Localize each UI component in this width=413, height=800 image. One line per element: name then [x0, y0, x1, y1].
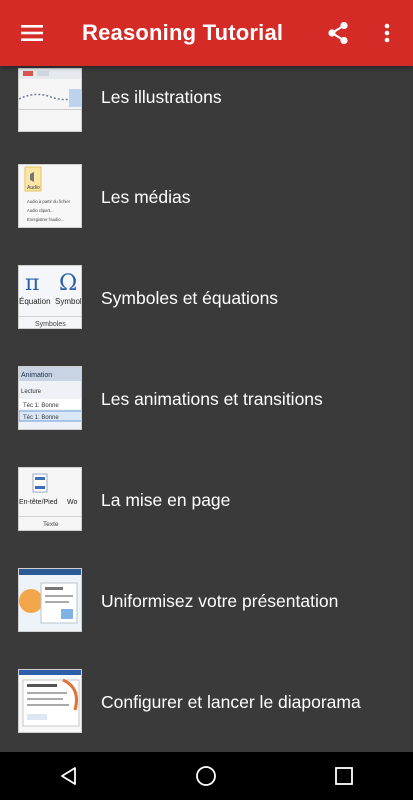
equation-label: Équation — [19, 297, 51, 306]
layout-button-label: En-tête/Pied — [19, 499, 58, 506]
layout-group-label: Texte — [43, 521, 59, 528]
media-button-text: Audio — [27, 185, 40, 191]
illustrations-thumbnail — [18, 68, 82, 132]
anim-item: Téc 1: Bonne — [23, 403, 59, 409]
symbole-label: Symbole — [55, 297, 82, 306]
list-item[interactable]: π Ω Équation Symbole Symboles Symboles e… — [0, 247, 413, 348]
list-item-label: Les médias — [101, 187, 191, 207]
slideshow-thumbnail — [18, 669, 82, 733]
lesson-list: Les illustrations Audio Audio à partir d… — [0, 66, 413, 752]
list-item[interactable]: Animation Lecture Téc 1: Bonne Téc 1: Bo… — [0, 348, 413, 449]
pi-icon: π — [25, 271, 39, 296]
uniformize-thumbnail — [18, 568, 82, 632]
list-item[interactable]: Uniformisez votre présentation — [0, 550, 413, 651]
list-item-label: La mise en page — [101, 490, 231, 510]
media-line: Audio à partir du fichier — [27, 199, 71, 204]
anim-tab-label: Animation — [21, 372, 52, 379]
omega-icon: Ω — [59, 271, 77, 296]
animations-thumbnail: Animation Lecture Téc 1: Bonne Téc 1: Bo… — [18, 366, 82, 430]
list-item-label: Les illustrations — [101, 87, 222, 107]
list-item[interactable]: Audio Audio à partir du fichier Audio cl… — [0, 146, 413, 247]
symbols-group-label: Symboles — [35, 321, 66, 328]
layout-button-label: Wo — [67, 499, 77, 506]
list-item-label: Uniformisez votre présentation — [101, 591, 339, 611]
app-title: Reasoning Tutorial — [82, 20, 284, 45]
media-line: Audio clipart... — [27, 208, 54, 213]
list-item-label: Les animations et transitions — [101, 389, 323, 409]
list-item[interactable]: Les illustrations — [0, 66, 413, 147]
share-icon[interactable] — [315, 0, 361, 66]
list-item-label: Symboles et équations — [101, 288, 279, 308]
list-item-label: Configurer et lancer le diaporama — [101, 692, 361, 712]
page-layout-thumbnail: En-tête/Pied Wo Texte — [18, 467, 82, 531]
recents-icon[interactable] — [314, 752, 374, 800]
back-icon[interactable] — [39, 752, 99, 800]
list-item[interactable]: Configurer et lancer le diaporama — [0, 651, 413, 752]
anim-item: Téc 1: Bonne — [23, 415, 59, 421]
more-vert-icon[interactable] — [361, 0, 413, 66]
home-icon[interactable] — [176, 752, 236, 800]
media-thumbnail: Audio Audio à partir du fichier Audio cl… — [18, 164, 82, 228]
app-bar: Reasoning Tutorial — [0, 0, 413, 66]
media-line: Enregistrer l'audio... — [27, 217, 64, 222]
list-item[interactable]: En-tête/Pied Wo Texte La mise en page — [0, 449, 413, 550]
system-nav-bar — [0, 752, 413, 800]
hamburger-menu-icon[interactable] — [0, 0, 64, 66]
symbols-thumbnail: π Ω Équation Symbole Symboles — [18, 265, 82, 329]
anim-sub-label: Lecture — [21, 389, 42, 395]
